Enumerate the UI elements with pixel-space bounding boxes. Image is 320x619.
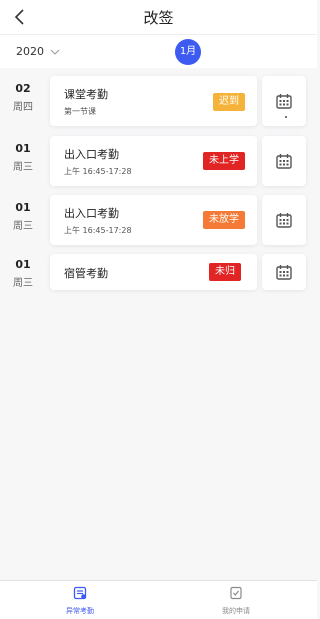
record-date: 01 周三 <box>6 258 40 289</box>
page-title: 改签 <box>143 9 174 27</box>
tab-bar: 异常考勤 我的申请 <box>0 580 317 619</box>
calendar-button[interactable] <box>262 136 306 186</box>
record-day: 02 <box>15 82 31 95</box>
calendar-icon <box>276 94 292 109</box>
calendar-button[interactable] <box>262 76 306 126</box>
record-date: 02 周四 <box>6 82 40 113</box>
record-card[interactable]: 出入口考勤 上午 16:45-17:28 未上学 <box>50 136 257 186</box>
record-card[interactable]: 宿管考勤 未归 <box>50 254 257 290</box>
record-title: 出入口考勤 <box>64 207 119 220</box>
record-title: 宿管考勤 <box>64 267 108 280</box>
record-date: 01 周三 <box>6 142 40 173</box>
record-day: 01 <box>15 258 31 271</box>
tab-label: 异常考勤 <box>66 607 94 615</box>
status-badge: 迟到 <box>213 93 245 111</box>
filter-bar: 2020 1月 <box>0 34 317 68</box>
tab-my-applications[interactable]: 我的申请 <box>206 585 266 616</box>
nav-bar: 改签 <box>0 0 317 34</box>
month-selector[interactable]: 1月 <box>175 39 201 65</box>
record-card[interactable]: 出入口考勤 上午 16:45-17:28 未放学 <box>50 195 257 245</box>
record-day: 01 <box>15 142 31 155</box>
record-weekday: 周三 <box>13 278 33 289</box>
tab-label: 我的申请 <box>222 607 250 615</box>
calendar-button[interactable] <box>262 254 306 290</box>
record-subtitle: 第一节课 <box>64 107 96 116</box>
calendar-icon <box>276 213 292 228</box>
record-row: 01 周三 出入口考勤 上午 16:45-17:28 未上学 <box>0 136 317 186</box>
tab-abnormal-attendance[interactable]: 异常考勤 <box>50 585 110 616</box>
year-selector[interactable]: 2020 <box>16 45 60 58</box>
record-weekday: 周三 <box>13 162 33 173</box>
chevron-down-icon <box>50 49 60 55</box>
status-badge: 未归 <box>209 263 241 281</box>
calendar-button[interactable] <box>262 195 306 245</box>
record-title: 课堂考勤 <box>64 88 108 101</box>
record-row: 02 周四 课堂考勤 第一节课 迟到 <box>0 76 317 126</box>
record-weekday: 周四 <box>13 102 33 113</box>
record-card[interactable]: 课堂考勤 第一节课 迟到 <box>50 76 257 126</box>
year-label: 2020 <box>16 45 44 58</box>
attendance-icon <box>73 586 87 600</box>
calendar-icon <box>276 265 292 280</box>
record-subtitle: 上午 16:45-17:28 <box>64 226 132 235</box>
record-subtitle: 上午 16:45-17:28 <box>64 167 132 176</box>
indicator-dot <box>285 116 287 118</box>
status-badge: 未放学 <box>203 211 245 229</box>
record-weekday: 周三 <box>13 221 33 232</box>
record-day: 01 <box>15 201 31 214</box>
record-row: 01 周三 宿管考勤 未归 <box>0 254 317 294</box>
status-badge: 未上学 <box>203 152 245 170</box>
record-date: 01 周三 <box>6 201 40 232</box>
calendar-icon <box>276 154 292 169</box>
application-icon <box>230 586 242 600</box>
record-row: 01 周三 出入口考勤 上午 16:45-17:28 未放学 <box>0 195 317 245</box>
record-title: 出入口考勤 <box>64 148 119 161</box>
